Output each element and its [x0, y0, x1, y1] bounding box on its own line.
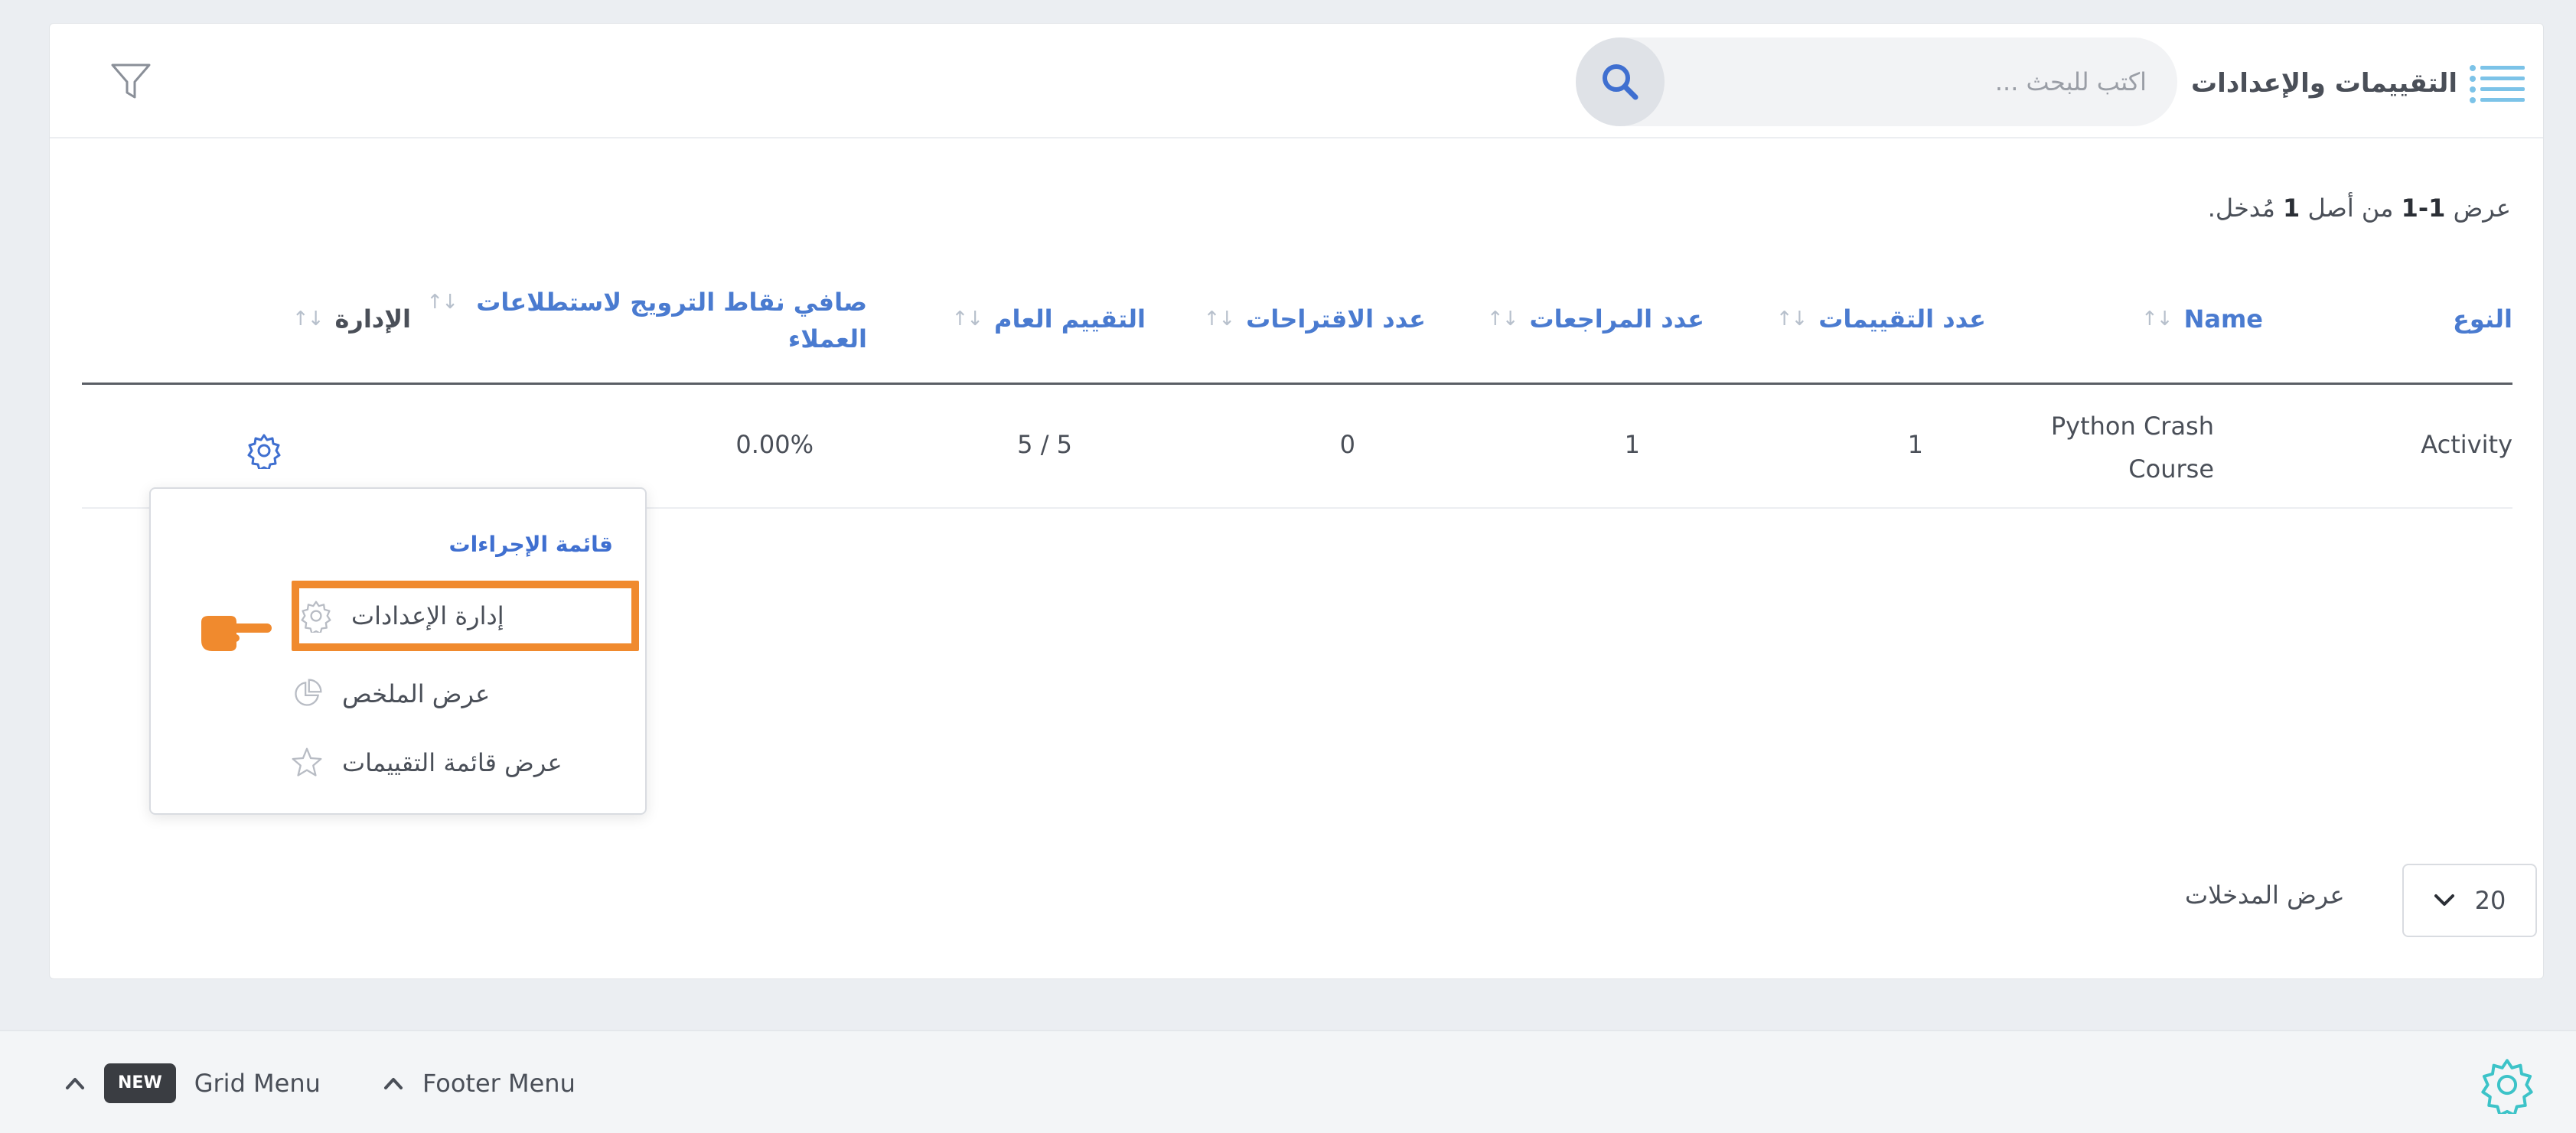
menu-item-view-summary[interactable]: عرض الملخص [290, 663, 627, 724]
entries-summary: عرض 1-1 من أصل 1 مُدخل. [2207, 194, 2511, 223]
search-button[interactable] [1576, 37, 1665, 126]
menu-item-view-ratings-list[interactable]: عرض قائمة التقييمات [290, 732, 627, 793]
star-icon [292, 747, 322, 776]
table-header: النوع Name ↓↑ عدد التقييمات ↓↑ عدد المراجع… [82, 269, 2512, 385]
footer-bar: NEW Grid Menu Footer Menu [0, 1030, 2576, 1133]
pointing-hand-icon [201, 616, 272, 651]
chevron-up-icon [384, 1078, 403, 1089]
sort-icon: ↓↑ [1203, 308, 1236, 330]
page-title: التقييمات والإعدادات [2191, 68, 2457, 99]
sort-icon: ↓↑ [2141, 308, 2173, 330]
new-badge: NEW [104, 1063, 176, 1103]
grid-menu-toggle[interactable]: NEW Grid Menu [64, 1062, 321, 1105]
page-size-select[interactable]: 20 [2402, 864, 2537, 937]
search-bar [1576, 37, 2177, 126]
sort-icon: ↓↑ [1486, 308, 1519, 330]
column-header-overall-rating[interactable]: التقييم العام ↓↑ [951, 301, 1146, 337]
column-header-type[interactable]: النوع [2453, 301, 2512, 337]
card-header: التقييمات والإعدادات [50, 24, 2543, 138]
filter-icon[interactable] [108, 59, 154, 105]
cell-reviews-count: 1 [1624, 430, 1640, 459]
list-icon [2470, 65, 2525, 103]
ratings-card: التقييمات والإعدادات عرض 1-1 من أصل 1 مُ… [49, 23, 2544, 979]
cell-type: Activity [2421, 430, 2512, 459]
column-header-ratings-count[interactable]: عدد التقييمات ↓↑ [1776, 301, 1986, 337]
menu-item-manage-settings[interactable]: إدارة الإعدادات [292, 581, 639, 651]
cell-overall-rating: 5 / 5 [1017, 430, 1072, 459]
column-header-suggestions-count[interactable]: عدد الاقتراحات ↓↑ [1204, 301, 1426, 337]
row-actions-gear-icon[interactable] [246, 432, 282, 469]
actions-menu-title: قائمة الإجراءات [448, 532, 613, 557]
search-icon [1603, 64, 1639, 100]
column-header-reviews-count[interactable]: عدد المراجعات ↓↑ [1487, 301, 1704, 337]
cell-nps: 0.00% [735, 430, 814, 459]
chevron-up-icon [66, 1078, 84, 1089]
column-header-name[interactable]: Name ↓↑ [2141, 301, 2263, 337]
cell-name: Python Crash Course [2050, 412, 2214, 483]
sort-icon: ↓↑ [292, 308, 324, 330]
sort-icon: ↓↑ [1775, 308, 1808, 330]
sort-icon: ↓↑ [951, 308, 983, 330]
gear-icon [301, 601, 331, 633]
column-header-management[interactable]: الإدارة ↓↑ [292, 301, 411, 337]
footer-menu-toggle[interactable]: Footer Menu [383, 1062, 576, 1105]
page-size-label: عرض المدخلات [2185, 881, 2345, 910]
settings-gear-icon[interactable] [2478, 1056, 2536, 1114]
cell-suggestions-count: 0 [1339, 430, 1355, 459]
sort-icon: ↓↑ [426, 291, 458, 314]
pie-chart-icon [295, 679, 322, 706]
search-input[interactable] [1718, 60, 2147, 103]
column-header-nps[interactable]: صافي نقاط الترويج لاستطلاعات العملاء ↓↑ [416, 284, 867, 357]
chevron-down-icon [2434, 894, 2454, 906]
cell-ratings-count: 1 [1907, 430, 1923, 459]
